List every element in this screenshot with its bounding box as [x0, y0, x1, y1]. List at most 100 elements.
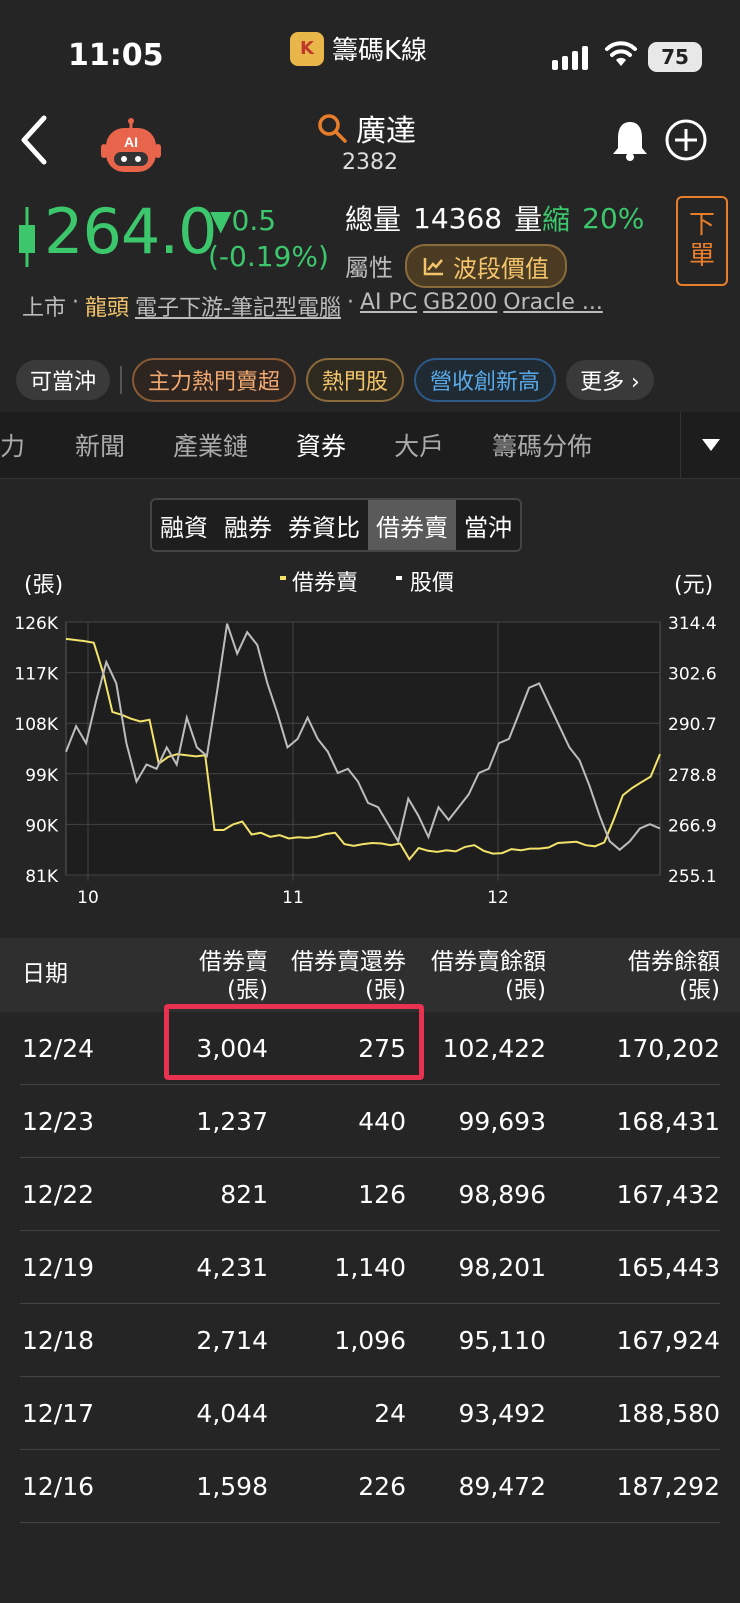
tab-partial[interactable]: 力 — [0, 427, 51, 463]
chip-day-trade[interactable]: 可當沖 — [16, 360, 111, 400]
cell-short-sell: 821 — [220, 1180, 268, 1209]
back-arrow-icon[interactable] — [14, 110, 54, 170]
stock-price: 264.0 — [44, 195, 217, 268]
app-name: 籌碼K線 — [332, 36, 428, 66]
highlight-box — [164, 1004, 424, 1080]
place-order-button[interactable]: 下 單 — [676, 196, 728, 286]
segment-short-margin-ratio[interactable]: 券資比 — [280, 500, 368, 550]
cell-short-balance: 99,693 — [458, 1107, 546, 1136]
legend-stock-price: 股價 — [410, 571, 454, 596]
tag-ai-pc[interactable]: AI PC — [360, 290, 417, 322]
chip-main-force-sell[interactable]: 主力熱門賣超 — [132, 358, 297, 402]
cell-short-sell: 2,714 — [196, 1326, 268, 1355]
y-left-tick-label: 108K — [14, 715, 58, 735]
legend-borrowed-short: 借券賣 — [292, 571, 358, 596]
cell-date: 12/22 — [22, 1180, 95, 1209]
volume-shrink-label: 量 — [514, 203, 543, 236]
table-row[interactable]: 12/18 2,714 1,096 95,110 167,924 — [0, 1304, 740, 1377]
price-change: ▼0.5 — [210, 204, 277, 237]
cell-short-balance: 98,896 — [458, 1180, 546, 1209]
stock-name[interactable]: 廣達 — [356, 106, 416, 150]
cell-short-return: 226 — [358, 1472, 406, 1501]
cell-short-sell: 1,237 — [196, 1107, 268, 1136]
cell-short-return: 440 — [358, 1107, 406, 1136]
cell-borrow-balance: 187,292 — [616, 1472, 720, 1501]
chip-revenue-high[interactable]: 營收創新高 — [414, 358, 557, 402]
cell-short-return: 1,096 — [334, 1326, 406, 1355]
y-right-tick-label: 314.4 — [668, 614, 717, 634]
y-left-tick-label: 81K — [25, 867, 59, 887]
wave-value-button[interactable]: 波段價值 — [405, 244, 567, 288]
status-bar: 11:05 K 籌碼K線 75 — [0, 0, 740, 110]
cell-short-balance: 102,422 — [442, 1034, 546, 1063]
tab-chip-distribution[interactable]: 籌碼分佈 — [468, 427, 616, 463]
app-title: K 籌碼K線 — [290, 30, 427, 67]
tab-news[interactable]: 新聞 — [51, 427, 149, 463]
chip-divider — [120, 366, 123, 394]
table-header: 日期 借券賣 (張) 借券賣還券 (張) 借券賣餘額 (張) 借券餘額 (張) — [0, 938, 740, 1012]
cell-date: 12/18 — [22, 1326, 95, 1355]
x-tick-label: 12 — [487, 888, 509, 908]
caret-down-icon[interactable] — [701, 438, 721, 452]
segment-margin-buy[interactable]: 融資 — [152, 500, 216, 550]
cell-date: 12/23 — [22, 1107, 95, 1136]
data-type-segment: 融資 融券 券資比 借券賣 當沖 — [150, 498, 522, 552]
cell-date: 12/19 — [22, 1253, 95, 1282]
tab-margin[interactable]: 資券 — [272, 427, 370, 463]
table-row[interactable]: 12/17 4,044 24 93,492 188,580 — [0, 1377, 740, 1450]
segment-borrowed-short[interactable]: 借券賣 — [368, 500, 456, 550]
x-tick-label: 11 — [282, 888, 304, 908]
tag-oracle[interactable]: Oracle ... — [503, 290, 603, 322]
table-row[interactable]: 12/23 1,237 440 99,693 168,431 — [0, 1085, 740, 1158]
right-axis-unit: (元) — [674, 573, 713, 598]
chip-hot-stock[interactable]: 熱門股 — [306, 358, 405, 402]
table-row[interactable]: 12/19 4,231 1,140 98,201 165,443 — [0, 1231, 740, 1304]
y-right-tick-label: 302.6 — [668, 665, 717, 685]
table-row[interactable]: 12/22 821 126 98,896 167,432 — [0, 1158, 740, 1231]
wifi-icon — [605, 41, 637, 66]
tab-major-holders[interactable]: 大戶 — [370, 427, 468, 463]
battery-indicator: 75 — [648, 42, 702, 72]
borrowed-short-chart: (張) (元) 借券賣 股價 126K 314.4 117K 302.6 108K 290… — [14, 571, 717, 908]
bell-icon[interactable] — [610, 118, 650, 162]
y-right-tick-label: 266.9 — [668, 816, 717, 836]
cell-short-return: 1,140 — [334, 1253, 406, 1282]
y-left-tick-label: 90K — [25, 816, 59, 836]
segment-short-sell[interactable]: 融券 — [216, 500, 280, 550]
cell-borrow-balance: 170,202 — [616, 1034, 720, 1063]
cell-date: 12/17 — [22, 1399, 95, 1428]
shrink-word: 縮 — [542, 203, 571, 236]
ai-robot-icon[interactable]: AI — [98, 118, 164, 178]
order-label-bottom: 單 — [688, 241, 715, 271]
cell-borrow-balance: 165,443 — [616, 1253, 720, 1282]
table-row[interactable]: 12/16 1,598 226 89,472 187,292 — [0, 1450, 740, 1523]
search-icon[interactable] — [316, 112, 348, 144]
y-right-tick-label: 290.7 — [668, 715, 717, 735]
tag-separator: · — [346, 290, 354, 315]
y-right-tick-label: 255.1 — [668, 867, 717, 887]
y-left-tick-label: 99K — [25, 766, 59, 786]
header-date: 日期 — [22, 961, 68, 987]
stock-code: 2382 — [342, 150, 398, 175]
order-label-top: 下 — [688, 209, 715, 240]
signal-icon — [552, 44, 588, 70]
segment-day-trade[interactable]: 當沖 — [456, 500, 520, 550]
tag-gb200[interactable]: GB200 — [423, 290, 497, 322]
cell-short-sell: 4,044 — [196, 1399, 268, 1428]
x-tick-label: 10 — [77, 888, 99, 908]
header-short-sell: 借券賣 (張) — [199, 949, 268, 1003]
add-watchlist-icon[interactable] — [664, 118, 708, 162]
tab-industry-chain[interactable]: 產業鏈 — [149, 427, 272, 463]
candle-icon — [19, 207, 35, 267]
cell-short-return: 24 — [374, 1399, 406, 1428]
chip-more[interactable]: 更多 › — [566, 360, 654, 400]
tag-industry[interactable]: 電子下游-筆記型電腦 — [135, 290, 341, 322]
stock-search[interactable]: 廣達 — [316, 106, 416, 150]
legend-swatch-short — [280, 576, 286, 580]
cell-borrow-balance: 188,580 — [616, 1399, 720, 1428]
tabs-dropdown[interactable] — [680, 412, 740, 478]
tag-leader: 龍頭 — [85, 296, 130, 321]
cell-short-balance: 93,492 — [458, 1399, 546, 1428]
volume-value: 14368 — [413, 201, 503, 235]
cell-short-balance: 89,472 — [458, 1472, 546, 1501]
